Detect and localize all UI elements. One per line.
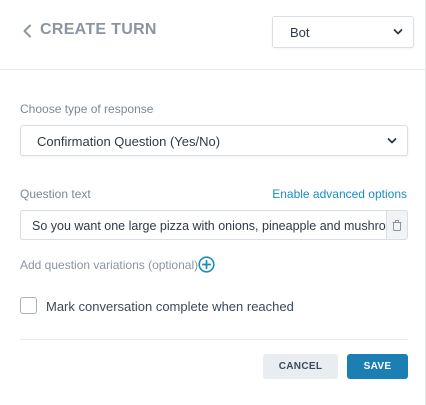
bot-select-value: Bot <box>290 25 310 40</box>
chevron-left-icon <box>23 24 31 38</box>
chevron-down-icon <box>387 138 397 144</box>
add-question-variations-label: Add question variations (optional) <box>20 258 199 272</box>
add-variation-button[interactable] <box>197 255 215 273</box>
bot-select[interactable]: Bot <box>272 16 414 48</box>
delete-question-button[interactable] <box>386 210 408 240</box>
divider <box>20 339 408 340</box>
mark-complete-checkbox[interactable] <box>20 297 37 314</box>
header: CREATE TURN Bot <box>0 0 426 70</box>
mark-complete-label[interactable]: Mark conversation complete when reached <box>46 299 294 314</box>
page-title: CREATE TURN <box>40 21 157 38</box>
question-text-value: So you want one large pizza with onions,… <box>32 219 386 233</box>
plus-circle-icon <box>197 255 215 273</box>
trash-icon <box>392 219 402 231</box>
response-type-label: Choose type of response <box>20 102 154 116</box>
enable-advanced-options-link[interactable]: Enable advanced options <box>272 187 407 201</box>
cancel-button[interactable]: CANCEL <box>263 354 338 379</box>
response-type-select[interactable]: Confirmation Question (Yes/No) <box>20 125 408 156</box>
response-type-value: Confirmation Question (Yes/No) <box>37 134 221 149</box>
save-button[interactable]: SAVE <box>347 354 408 379</box>
question-text-input[interactable]: So you want one large pizza with onions,… <box>20 210 387 240</box>
create-turn-panel: CREATE TURN Bot Choose type of response … <box>0 0 426 405</box>
back-button[interactable] <box>18 20 36 42</box>
chevron-down-icon <box>393 29 403 35</box>
question-text-label: Question text <box>20 187 91 201</box>
